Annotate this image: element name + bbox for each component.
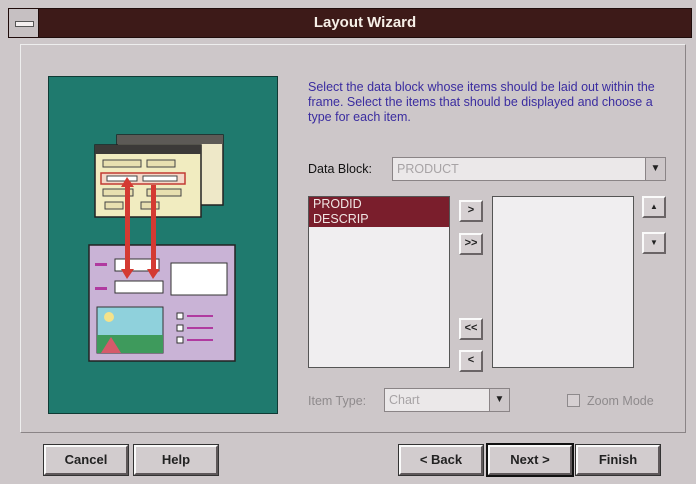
move-up-button[interactable]: ▲ bbox=[642, 196, 666, 218]
triangle-down-icon: ▼ bbox=[650, 238, 658, 247]
layout-illustration-icon bbox=[88, 134, 236, 362]
item-type-value: Chart bbox=[389, 393, 420, 407]
window-title: Layout Wizard bbox=[313, 14, 417, 31]
zoom-mode-label: Zoom Mode bbox=[587, 394, 654, 408]
data-block-label: Data Block: bbox=[308, 162, 372, 176]
item-type-dropdown-button[interactable]: ▼ bbox=[489, 389, 509, 411]
zoom-mode-checkbox[interactable] bbox=[567, 394, 580, 407]
finish-button[interactable]: Finish bbox=[575, 444, 661, 476]
system-menu-button[interactable] bbox=[9, 9, 39, 37]
help-button[interactable]: Help bbox=[133, 444, 219, 476]
remove-all-items-button[interactable]: << bbox=[459, 318, 483, 340]
chevron-down-icon: ▼ bbox=[494, 394, 505, 405]
available-items-listbox[interactable]: PRODID DESCRIP bbox=[308, 196, 450, 368]
remove-item-button[interactable]: < bbox=[459, 350, 483, 372]
item-type-label: Item Type: bbox=[308, 394, 367, 408]
triangle-up-icon: ▲ bbox=[650, 202, 658, 211]
wizard-illustration bbox=[48, 76, 278, 414]
data-block-combo[interactable]: PRODUCT ▼ bbox=[392, 157, 666, 181]
displayed-items-listbox[interactable] bbox=[492, 196, 634, 368]
layout-wizard-window: Layout Wizard Select the data block whos… bbox=[0, 0, 696, 484]
back-button[interactable]: < Back bbox=[398, 444, 484, 476]
add-item-button[interactable]: > bbox=[459, 200, 483, 222]
next-button[interactable]: Next > bbox=[486, 443, 574, 477]
instructions-text: Select the data block whose items should… bbox=[308, 80, 655, 124]
list-item[interactable]: DESCRIP bbox=[309, 212, 449, 227]
chevron-down-icon: ▼ bbox=[650, 163, 661, 174]
item-type-combo[interactable]: Chart ▼ bbox=[384, 388, 510, 412]
list-item[interactable]: PRODID bbox=[309, 197, 449, 212]
add-all-items-button[interactable]: >> bbox=[459, 233, 483, 255]
data-block-value: PRODUCT bbox=[397, 162, 459, 176]
data-block-dropdown-button[interactable]: ▼ bbox=[645, 158, 665, 180]
cancel-button[interactable]: Cancel bbox=[43, 444, 129, 476]
system-menu-icon bbox=[15, 21, 34, 27]
title-bar: Layout Wizard bbox=[8, 8, 692, 38]
move-down-button[interactable]: ▼ bbox=[642, 232, 666, 254]
